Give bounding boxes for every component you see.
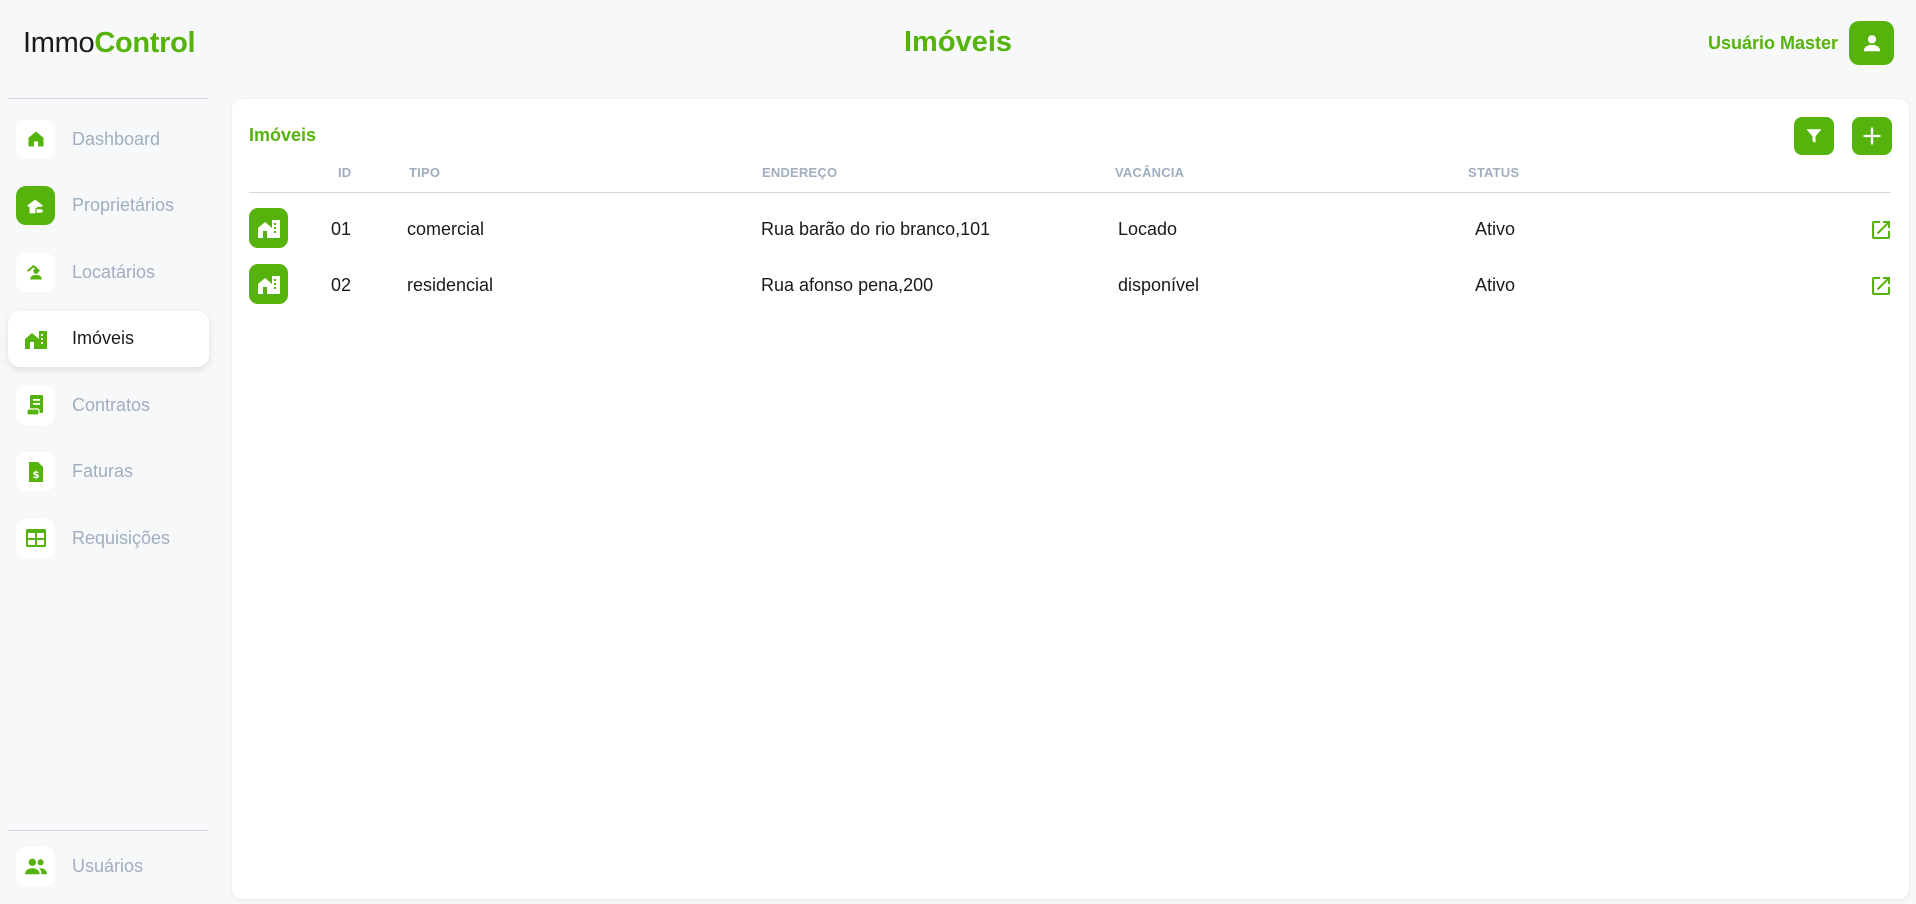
plus-icon (1863, 127, 1881, 145)
cell-status: Ativo (1475, 275, 1516, 295)
sidebar-item-label: Locatários (72, 261, 156, 282)
sidebar-item-locatarios[interactable]: Locatários (8, 244, 209, 300)
sidebar-item-dashboard[interactable]: Dashboard (8, 111, 209, 167)
page-title: Imóveis (904, 26, 1012, 58)
svg-text:$: $ (32, 470, 39, 481)
table-header: ID TIPO ENDEREÇO VACÂNCIA STATUS (249, 165, 1891, 193)
user-menu[interactable]: Usuário Master (1708, 21, 1894, 65)
sidebar-item-imoveis[interactable]: Imóveis (8, 310, 209, 367)
sidebar-item-faturas[interactable]: $ Faturas (8, 444, 209, 500)
cell-endereco: Rua barão do rio branco,101 (761, 219, 991, 239)
card-title: Imóveis (249, 125, 317, 145)
cell-tipo: residencial (407, 275, 494, 295)
column-header-vacancia[interactable]: VACÂNCIA (1115, 165, 1184, 180)
sidebar-footer: Usuários (8, 830, 209, 891)
property-icon (16, 319, 55, 358)
column-header-tipo[interactable]: TIPO (409, 165, 440, 180)
cell-vacancia: disponível (1118, 275, 1200, 295)
requests-icon (16, 518, 55, 558)
properties-card: Imóveis ID TIPO ENDEREÇO VACÂNCIA STATUS… (232, 99, 1909, 899)
cell-id: 01 (331, 219, 352, 239)
sidebar-item-usuarios[interactable]: Usuários (8, 841, 209, 891)
sidebar-item-requisicoes[interactable]: Requisições (8, 510, 209, 566)
sidebar-item-label: Dashboard (72, 128, 161, 149)
tenant-icon (16, 252, 55, 292)
table-row[interactable]: 02 residencial Rua afonso pena,200 dispo… (249, 264, 1891, 306)
sidebar-divider (8, 830, 209, 831)
cell-status: Ativo (1475, 219, 1516, 239)
sidebar-item-label: Contratos (72, 394, 151, 415)
cell-tipo: comercial (407, 219, 485, 239)
sidebar-item-label: Imóveis (72, 328, 135, 348)
filter-button[interactable] (1794, 117, 1834, 155)
sidebar-nav: Dashboard Proprietários Locatários Imóve… (8, 111, 209, 566)
cell-endereco: Rua afonso pena,200 (761, 275, 934, 295)
contract-icon (16, 385, 55, 425)
column-header-id[interactable]: ID (338, 165, 351, 180)
sidebar-item-contratos[interactable]: Contratos (8, 377, 209, 433)
sidebar-divider (8, 98, 209, 99)
column-header-endereco[interactable]: ENDEREÇO (762, 165, 837, 180)
home-icon (16, 119, 55, 159)
open-external-icon[interactable] (1869, 218, 1893, 242)
user-avatar-button[interactable] (1849, 21, 1894, 65)
sidebar-item-label: Proprietários (72, 195, 175, 215)
sidebar-item-label: Usuários (72, 855, 144, 876)
users-icon (16, 846, 55, 886)
sidebar-item-label: Faturas (72, 461, 134, 481)
open-external-icon[interactable] (1869, 274, 1893, 298)
cell-id: 02 (331, 275, 352, 295)
column-header-status[interactable]: STATUS (1468, 165, 1519, 180)
property-thumbnail (249, 264, 288, 304)
user-name: Usuário Master (1707, 32, 1838, 53)
sidebar-item-label: Requisições (72, 527, 171, 548)
table-row[interactable]: 01 comercial Rua barão do rio branco,101… (249, 208, 1891, 250)
filter-icon (1806, 129, 1822, 143)
property-icon (257, 276, 280, 294)
sidebar: Dashboard Proprietários Locatários Imóve… (8, 98, 209, 577)
user-icon (1863, 35, 1880, 52)
sidebar-item-proprietarios[interactable]: Proprietários (8, 178, 209, 234)
property-thumbnail (249, 208, 288, 248)
property-icon (257, 220, 280, 238)
invoice-icon: $ (16, 452, 55, 491)
add-property-button[interactable] (1852, 117, 1892, 155)
cell-vacancia: Locado (1118, 219, 1178, 239)
owner-icon (16, 186, 55, 225)
